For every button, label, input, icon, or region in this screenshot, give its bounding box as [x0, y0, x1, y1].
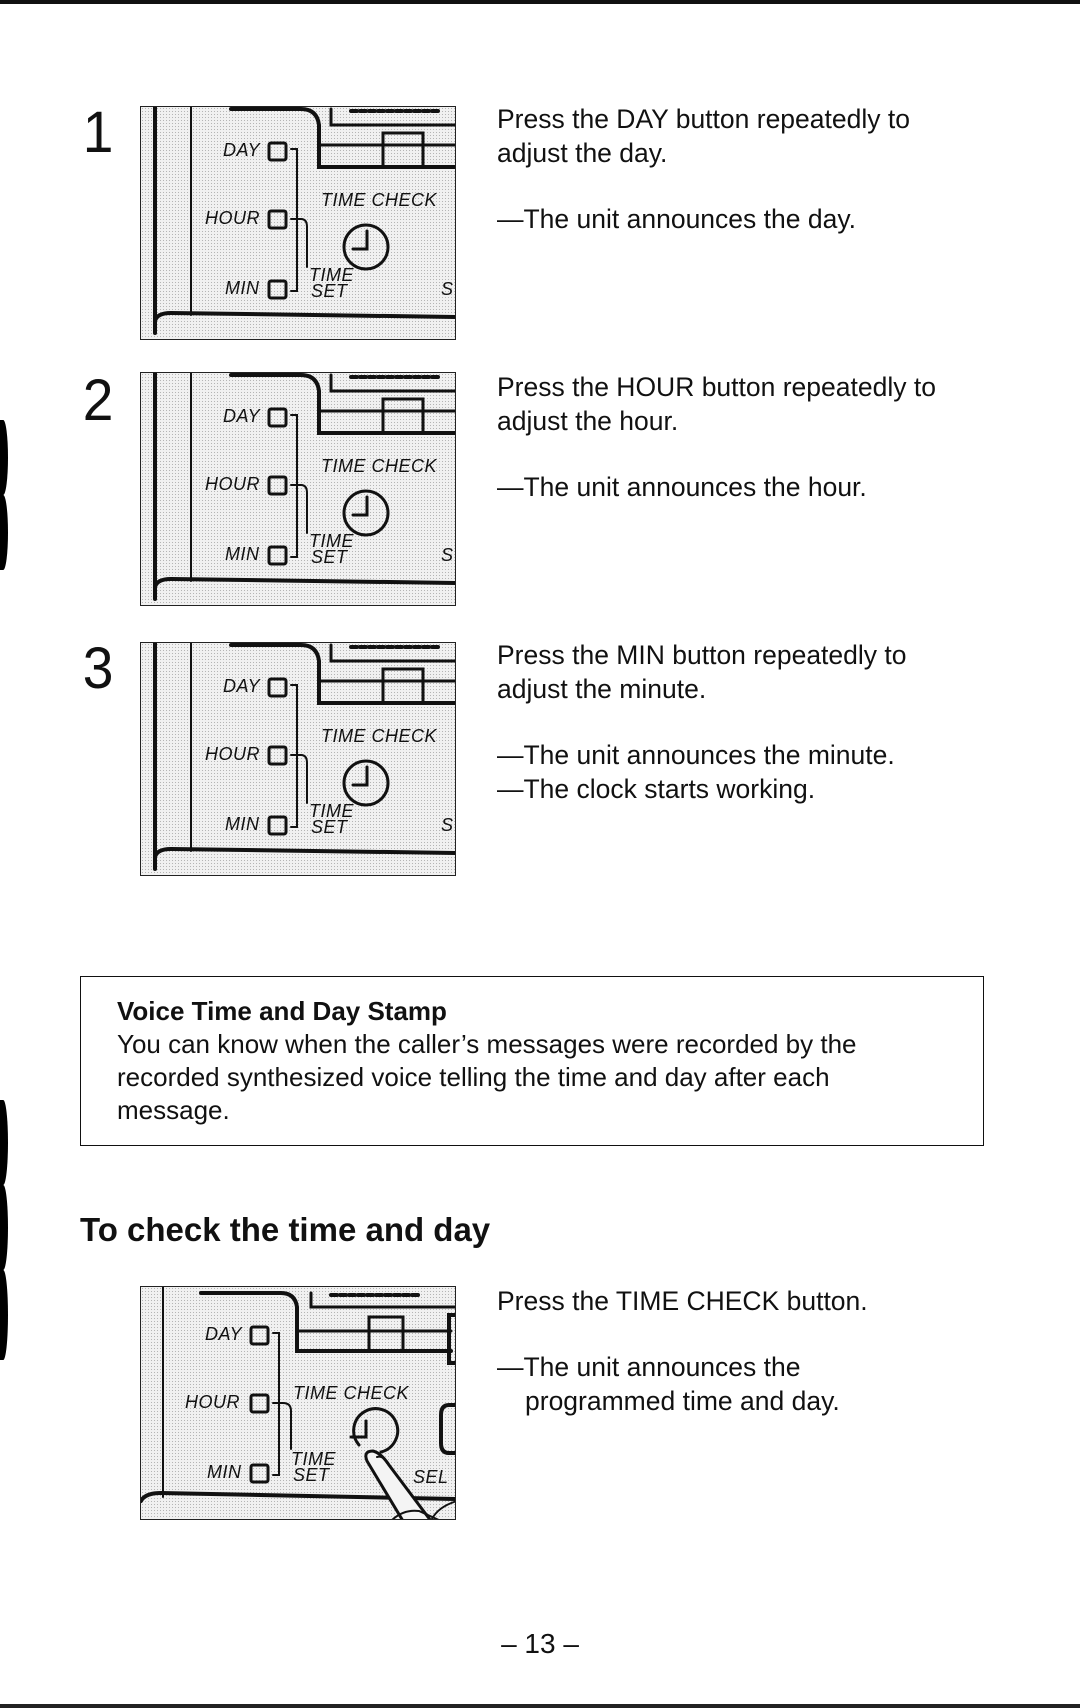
- min-button-label: MIN: [225, 814, 260, 834]
- bottom-page-border: [0, 1704, 1080, 1708]
- device-panel-drawing: [153, 643, 455, 871]
- step-result: —The unit announces the day.: [497, 204, 856, 234]
- hour-button-label: HOUR: [205, 208, 260, 228]
- note-title: Voice Time and Day Stamp: [117, 996, 447, 1026]
- min-button-label: MIN: [225, 544, 260, 564]
- binding-shadow: [0, 495, 8, 570]
- binding-shadow: [0, 420, 8, 495]
- device-illustration-time-check: DAY HOUR MIN TIME CHECK TIME SET SEL: [140, 1286, 456, 1520]
- binding-shadow: [0, 1270, 8, 1360]
- step-number: 2: [82, 368, 114, 433]
- time-set-label-set: SET: [311, 281, 348, 301]
- edge-label: S: [441, 279, 454, 299]
- step-result: —The unit announces the minute.: [497, 740, 895, 770]
- day-button-label: DAY: [223, 140, 261, 160]
- step-result: —The unit announces the hour.: [497, 472, 867, 502]
- binding-shadow: [0, 1100, 8, 1185]
- edge-label: S: [441, 545, 454, 565]
- step-1-text: Press the DAY button repeatedly to adjus…: [497, 102, 997, 236]
- check-instruction: Press the TIME CHECK button.: [497, 1286, 868, 1316]
- time-check-label: TIME CHECK: [321, 190, 438, 210]
- hour-button-label: HOUR: [185, 1392, 240, 1412]
- device-illustration-step-3: DAY HOUR MIN TIME CHECK TIME SET S: [140, 642, 456, 876]
- voice-time-stamp-note: Voice Time and Day Stamp You can know wh…: [80, 976, 984, 1146]
- device-illustration-step-1: DAY HOUR MIN TIME CHECK TIME SET S: [140, 106, 456, 340]
- step-2-text: Press the HOUR button repeatedly to adju…: [497, 370, 997, 504]
- time-check-label: TIME CHECK: [293, 1383, 410, 1403]
- note-body: You can know when the caller’s messages …: [117, 1029, 857, 1125]
- hour-button-label: HOUR: [205, 474, 260, 494]
- step-number: 1: [82, 100, 114, 165]
- binding-shadow: [0, 1185, 8, 1270]
- time-set-label-set: SET: [311, 817, 348, 837]
- step-result: —The clock starts working.: [497, 774, 816, 804]
- device-panel-drawing: [153, 107, 455, 335]
- step-instruction: Press the HOUR button repeatedly to adju…: [497, 372, 936, 436]
- step-number: 3: [82, 636, 114, 701]
- time-set-label-set: SET: [311, 547, 348, 567]
- day-button-label: DAY: [223, 406, 261, 426]
- hour-button-label: HOUR: [205, 744, 260, 764]
- day-button-label: DAY: [205, 1324, 243, 1344]
- page-number: – 13 –: [501, 1628, 579, 1659]
- step-instruction: Press the MIN button repeatedly to adjus…: [497, 640, 907, 704]
- time-set-label-set: SET: [293, 1465, 330, 1485]
- top-page-border: [0, 0, 1080, 4]
- check-result-continued: programmed time and day.: [525, 1386, 840, 1416]
- step-instruction: Press the DAY button repeatedly to adjus…: [497, 104, 910, 168]
- day-button-label: DAY: [223, 676, 261, 696]
- time-check-text: Press the TIME CHECK button. —The unit a…: [497, 1284, 997, 1418]
- device-panel-drawing: [153, 373, 455, 601]
- min-button-label: MIN: [207, 1462, 242, 1482]
- edge-label: S: [441, 815, 454, 835]
- min-button-label: MIN: [225, 278, 260, 298]
- select-label: SEL: [413, 1467, 449, 1487]
- device-illustration-step-2: DAY HOUR MIN TIME CHECK TIME SET S: [140, 372, 456, 606]
- check-result: —The unit announces the: [497, 1352, 801, 1382]
- time-check-label: TIME CHECK: [321, 456, 438, 476]
- time-check-label: TIME CHECK: [321, 726, 438, 746]
- section-heading: To check the time and day: [80, 1211, 491, 1248]
- step-3-text: Press the MIN button repeatedly to adjus…: [497, 638, 997, 806]
